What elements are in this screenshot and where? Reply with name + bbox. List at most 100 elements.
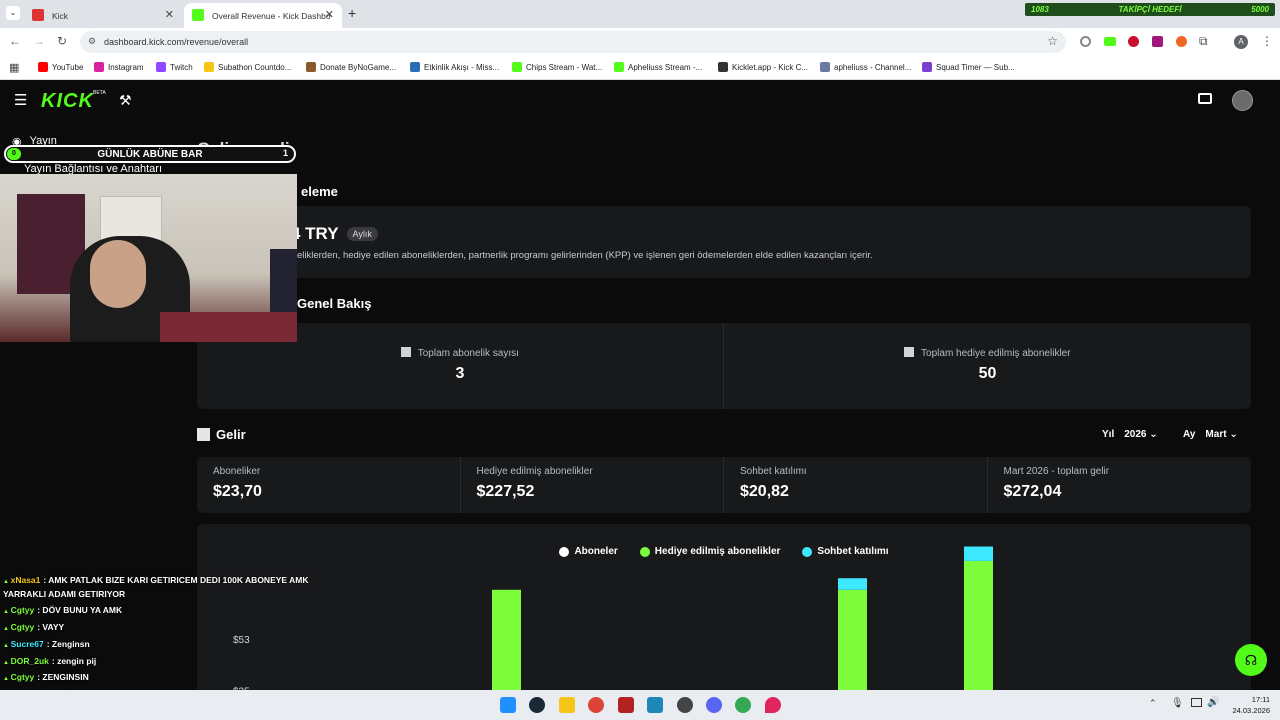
revenue-stats-card: Aboneliker $23,70 Hediye edilmiş abonelikl…: [197, 457, 1251, 513]
chart-bar-segment[interactable]: [838, 578, 867, 590]
tab-overall-revenue[interactable]: Overall Revenue - Kick Dashbo ✕: [184, 3, 342, 28]
bookmark-item[interactable]: Twitch: [156, 62, 193, 72]
chat-username[interactable]: Cgtyy: [11, 622, 35, 632]
bookmark-favicon-icon: [820, 62, 830, 72]
bookmark-label: Instagram: [108, 62, 144, 72]
extensions-puzzle-icon[interactable]: ⧉: [1199, 34, 1208, 49]
profile-avatar[interactable]: A: [1234, 35, 1248, 49]
chart-bar-segment[interactable]: [838, 589, 867, 694]
back-icon[interactable]: ←: [9, 34, 21, 48]
chat-message: ▲ DOR_2uk: zengin pij: [3, 656, 96, 666]
payment-amount: 4 TRY: [291, 224, 339, 243]
stat-value: 50: [978, 365, 997, 382]
microphone-icon[interactable]: 🎙: [1171, 698, 1184, 709]
close-tab-icon[interactable]: ✕: [165, 8, 174, 21]
chat-text: : ZENGINSIN: [37, 672, 89, 682]
stat-label: Sohbet katılımı: [740, 466, 807, 477]
discord-icon[interactable]: [706, 697, 722, 713]
bookmark-item[interactable]: Instagram: [94, 62, 144, 72]
file-explorer-icon[interactable]: [559, 697, 575, 713]
month-select[interactable]: Mart ⌄: [1205, 429, 1237, 440]
clock-time: 17:11: [1251, 695, 1270, 704]
wallet-icon[interactable]: [1198, 93, 1212, 104]
site-info-icon[interactable]: ⚙: [88, 36, 96, 47]
browser-toolbar: ← → ↻ ⚙ dashboard.kick.com/revenue/overa…: [0, 28, 1280, 56]
stat-value: $272,04: [1003, 483, 1062, 500]
kick-logo[interactable]: KICK: [41, 90, 94, 113]
tab-kick[interactable]: Kick ✕: [24, 3, 182, 28]
desk: [160, 312, 297, 342]
bookmark-item[interactable]: Chips Stream - Wat...: [512, 62, 602, 72]
network-icon[interactable]: [1191, 698, 1202, 707]
streamer-face: [90, 240, 146, 308]
address-bar[interactable]: ⚙ dashboard.kick.com/revenue/overall ☆: [80, 31, 1066, 53]
map-pin-icon[interactable]: [765, 697, 781, 713]
kick-tab-icon: [192, 9, 204, 21]
chrome-icon[interactable]: [588, 697, 604, 713]
hammer-icon[interactable]: ⚒: [119, 92, 132, 109]
chat-text: : zengin pij: [51, 656, 97, 666]
revenue-chart-card: Aboneler Hediye edilmiş abonelikler Sohbet…: [197, 524, 1251, 694]
revenue-stat: Aboneliker $23,70: [197, 457, 461, 513]
bookmark-star-icon[interactable]: ☆: [1047, 34, 1058, 48]
chat-username[interactable]: xNasa1: [11, 575, 41, 585]
tab-title: Kick: [52, 10, 69, 21]
reload-icon[interactable]: ↻: [57, 34, 67, 48]
revenue-heading: Gelir: [216, 427, 246, 442]
app-red-icon[interactable]: [618, 697, 634, 713]
bookmark-item[interactable]: Donate ByNoGame...: [306, 62, 396, 72]
chart-bar-segment[interactable]: [964, 546, 993, 561]
chat-username[interactable]: Cgtyy: [11, 605, 35, 615]
chart-bar-segment[interactable]: [492, 589, 521, 694]
chat-username[interactable]: DOR_2uk: [11, 656, 49, 666]
user-avatar[interactable]: [1232, 90, 1253, 111]
bookmark-item[interactable]: Etkinlik Akışı - Miss...: [410, 62, 499, 72]
bookmark-label: YouTube: [52, 62, 84, 72]
extension-green-icon[interactable]: [1104, 37, 1116, 46]
year-select[interactable]: 2026 ⌄: [1124, 429, 1157, 440]
new-tab-button[interactable]: +: [348, 5, 356, 21]
bookmark-label: Squad Timer — Sub...: [936, 62, 1015, 72]
chart-bar-segment[interactable]: [964, 560, 993, 694]
stat-label: Toplam abonelik sayısı: [417, 348, 519, 359]
bookmark-label: Kicklet.app - Kick C...: [732, 62, 809, 72]
extension-orange-icon[interactable]: [1176, 36, 1187, 47]
year-filter: Yıl 2026 ⌄: [1102, 429, 1158, 440]
bookmark-item[interactable]: Squad Timer — Sub...: [922, 62, 1015, 72]
bookmark-item[interactable]: Apheliuss Stream -...: [614, 62, 702, 72]
close-tab-icon[interactable]: ✕: [325, 8, 334, 21]
bookmark-item[interactable]: Kicklet.app - Kick C...: [718, 62, 808, 72]
chat-username[interactable]: Sucre67: [11, 639, 44, 649]
browser-menu-icon[interactable]: ⋮: [1261, 34, 1273, 48]
chat-badge-icon: ▲: [3, 660, 11, 666]
app-blue-icon[interactable]: [647, 697, 663, 713]
chat-message: ▲ xNasa1: AMK PATLAK BIZE KARI GETIRICEM…: [3, 575, 308, 585]
hamburger-menu-icon[interactable]: ☰: [14, 91, 27, 109]
stat-label: Toplam hediye edilmiş abonelikler: [921, 348, 1071, 359]
chat-username[interactable]: Cgtyy: [11, 672, 35, 682]
browser-tab-bar: ⌄ Kick ✕ Overall Revenue - Kick Dashbo ✕…: [0, 0, 1280, 28]
clock[interactable]: 17:11 24.03.2026: [1226, 694, 1270, 716]
tab-list-dropdown[interactable]: ⌄: [6, 6, 20, 20]
tray-chevron-up-icon[interactable]: ⌃: [1149, 698, 1157, 709]
clock-date: 24.03.2026: [1232, 706, 1270, 715]
chrome-active-icon[interactable]: [735, 697, 751, 713]
bookmarks-bar: ▦ YouTube Instagram Twitch Subathon Countdo…: [0, 56, 1280, 80]
bookmark-label: Etkinlik Akışı - Miss...: [424, 62, 500, 72]
bookmark-item[interactable]: YouTube: [38, 62, 83, 72]
bookmark-item[interactable]: apheliuss - Channel...: [820, 62, 911, 72]
kick-header: ☰ KICK BETA ⚒: [0, 81, 1280, 121]
bookmark-item[interactable]: Subathon Countdo...: [204, 62, 291, 72]
extension-red-icon[interactable]: [1128, 36, 1139, 47]
windows-start-icon[interactable]: [500, 697, 516, 713]
volume-icon[interactable]: 🔊: [1207, 697, 1219, 708]
forward-icon[interactable]: →: [33, 34, 45, 48]
extension-shield-icon[interactable]: [1080, 36, 1091, 47]
chevron-down-icon: ⌄: [1149, 429, 1158, 440]
support-chat-button[interactable]: ☊: [1235, 644, 1267, 676]
steam-icon[interactable]: [529, 697, 545, 713]
app-circle-icon[interactable]: [677, 697, 693, 713]
bookmark-favicon-icon: [922, 62, 932, 72]
extension-purple-icon[interactable]: [1152, 36, 1163, 47]
apps-grid-icon[interactable]: ▦: [9, 61, 19, 74]
